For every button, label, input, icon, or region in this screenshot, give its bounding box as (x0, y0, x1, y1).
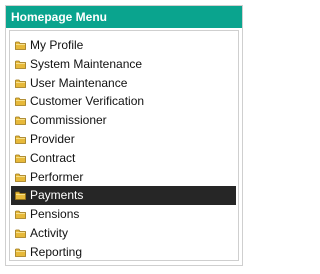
menu-item-label: Pensions (30, 207, 80, 222)
folder-icon (15, 191, 26, 201)
folder-icon (15, 173, 26, 182)
menu-item-label: Customer Verification (30, 94, 145, 109)
menu-item-label: Contract (30, 150, 76, 165)
menu-item-customer-verification[interactable]: Customer Verification (10, 92, 238, 111)
menu-item-payments[interactable]: Payments (11, 186, 236, 206)
folder-icon (15, 210, 26, 220)
menu-item-label: My Profile (30, 38, 84, 52)
menu-item-commissioner[interactable]: Commissioner (10, 111, 238, 130)
menu-item-provider[interactable]: Provider (10, 130, 238, 149)
menu-item-label: Reporting (30, 244, 83, 259)
menu-item-label: Activity (30, 225, 69, 240)
menu-item-label: Performer (30, 169, 84, 184)
folder-icon (15, 116, 26, 126)
folder-icon (15, 79, 26, 88)
menu-item-label: System Maintenance (30, 56, 143, 71)
menu-list: My Profile System Maintenance User Maint… (10, 31, 238, 262)
menu-item-activity[interactable]: Activity (10, 224, 238, 243)
menu-item-reporting[interactable]: Reporting (10, 243, 238, 262)
menu-item-pensions[interactable]: Pensions (10, 205, 238, 224)
menu-item-user-maintenance[interactable]: User Maintenance (10, 74, 238, 93)
menu-item-performer[interactable]: Performer (10, 168, 238, 187)
menu-item-system-maintenance[interactable]: System Maintenance (10, 55, 238, 74)
folder-icon (15, 135, 26, 144)
folder-icon (15, 248, 26, 257)
folder-icon (15, 154, 26, 163)
menu-item-contract[interactable]: Contract (10, 149, 238, 168)
folder-icon (15, 60, 26, 69)
menu-container: My Profile System Maintenance User Maint… (9, 30, 239, 261)
menu-item-label: Commissioner (30, 113, 107, 128)
menu-item-label: User Maintenance (30, 75, 128, 90)
menu-item-label: Provider (30, 131, 75, 146)
folder-icon (15, 97, 26, 107)
menu-item-label: Payments (30, 188, 84, 203)
menu-item-my-profile[interactable]: My Profile (10, 36, 238, 55)
folder-icon (15, 41, 26, 50)
homepage-menu-panel: Homepage Menu My Profile System Maintena… (5, 5, 243, 266)
folder-icon (15, 229, 26, 238)
panel-title: Homepage Menu (6, 6, 242, 28)
